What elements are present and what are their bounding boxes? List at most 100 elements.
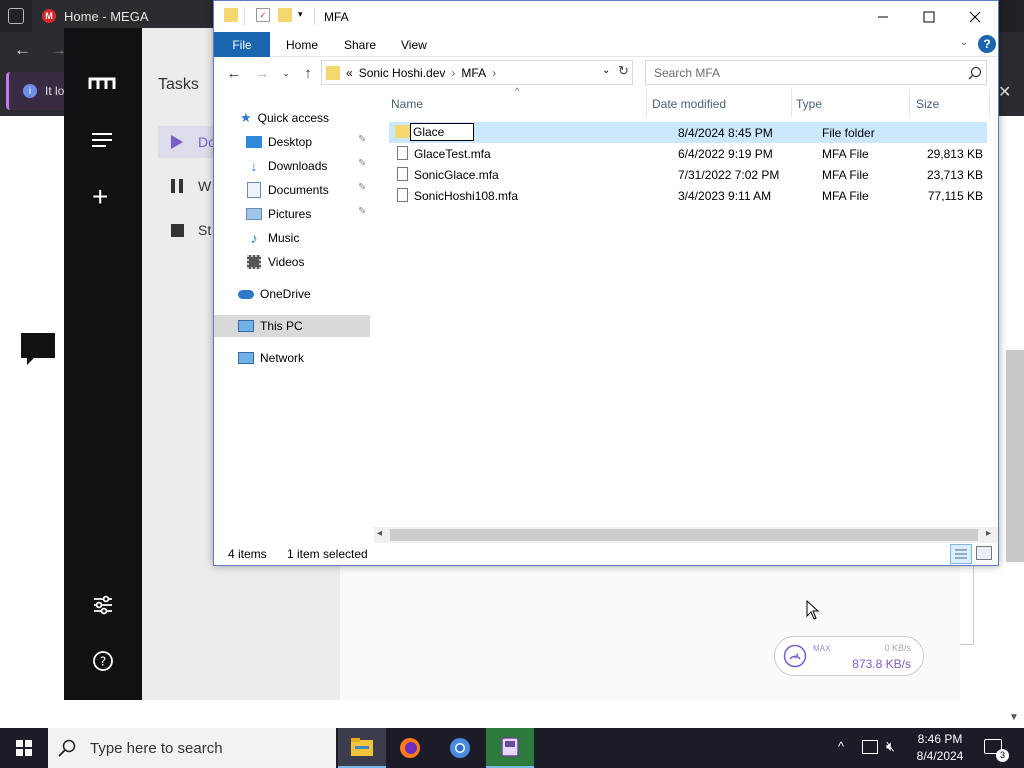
table-row[interactable]: GlaceTest.mfa 6/4/2022 9:19 PM MFA File … (389, 143, 987, 164)
nav-downloads[interactable]: ↓ Downloads ✎ (214, 155, 374, 177)
taskbar-firefox[interactable] (386, 728, 434, 768)
horizontal-scrollbar[interactable]: ◂ ▸ (374, 527, 998, 543)
info-close-icon[interactable]: ✕ (998, 82, 1011, 102)
nav-documents[interactable]: Documents ✎ (214, 179, 374, 201)
back-button[interactable]: ← (222, 61, 246, 85)
scroll-left-icon[interactable]: ◂ (377, 528, 382, 539)
horizontal-scroll-thumb[interactable] (390, 529, 978, 541)
maximize-button[interactable] (906, 1, 952, 32)
back-arrow-icon[interactable]: ← (14, 40, 31, 60)
column-date-modified[interactable]: Date modified (652, 95, 726, 113)
pin-icon[interactable]: ✎ (358, 206, 366, 217)
nav-label: Desktop (268, 135, 313, 149)
address-bar[interactable]: « Sonic Hoshi.dev › MFA › ⌄ ↻ (321, 60, 633, 85)
details-view-icon[interactable] (950, 544, 972, 564)
recent-locations-button[interactable]: ⌄ (274, 61, 298, 85)
taskbar-clock[interactable]: 8:46 PM 8/4/2024 (906, 731, 974, 765)
nav-music[interactable]: ♪ Music (214, 227, 374, 249)
column-divider[interactable] (646, 89, 647, 117)
breadcrumb-separator-icon: › (451, 65, 456, 80)
nav-label: Music (268, 231, 300, 245)
column-size[interactable]: Size (916, 95, 939, 113)
star-icon: ★ (240, 110, 252, 125)
column-divider[interactable] (791, 89, 792, 117)
close-button[interactable] (952, 1, 998, 32)
breadcrumb-sonic-hoshi[interactable]: Sonic Hoshi.dev (359, 66, 446, 80)
add-icon[interactable]: + (92, 183, 108, 211)
nav-videos[interactable]: Videos (214, 251, 374, 273)
pictures-icon (246, 208, 262, 220)
help-circle-icon[interactable]: ? (92, 650, 114, 672)
file-size: 23,713 KB (926, 168, 983, 182)
nav-label: Quick access (257, 111, 330, 125)
table-row[interactable]: 8/4/2024 8:45 PM File folder (389, 122, 987, 143)
minimize-button[interactable] (860, 1, 906, 32)
column-divider[interactable] (989, 89, 990, 117)
search-input[interactable]: Search MFA (645, 60, 987, 85)
help-button[interactable]: ? (978, 35, 996, 53)
minimize-icon (878, 16, 888, 17)
search-icon (968, 66, 982, 80)
file-name: GlaceTest.mfa (414, 147, 491, 161)
properties-icon[interactable]: ✓ (256, 8, 270, 22)
file-date: 8/4/2024 8:45 PM (678, 126, 773, 140)
tab-file[interactable]: File (214, 32, 270, 57)
taskbar-file-explorer[interactable] (338, 728, 386, 768)
transfer-speed-widget[interactable]: MAX 0 KB/s 873.8 KB/s (774, 636, 924, 676)
search-placeholder: Search MFA (654, 65, 721, 80)
column-name[interactable]: Name (391, 95, 423, 113)
menu-icon[interactable] (92, 132, 114, 148)
breadcrumb-mfa[interactable]: MFA (461, 66, 486, 80)
nav-label: Documents (268, 183, 329, 197)
large-icons-view-icon[interactable] (976, 546, 992, 560)
volume-muted-icon[interactable]: 🔇︎ (886, 738, 895, 755)
forward-button[interactable]: → (250, 61, 274, 85)
settings-sliders-icon[interactable] (92, 594, 114, 616)
close-icon (969, 11, 981, 22)
start-button[interactable] (0, 728, 48, 768)
pin-icon[interactable]: ✎ (358, 182, 366, 193)
nav-onedrive[interactable]: OneDrive (214, 283, 374, 305)
refresh-icon[interactable]: ↻ (618, 63, 629, 79)
up-arrow-icon: ↑ (304, 64, 312, 82)
page-scrollbar-thumb[interactable] (1006, 350, 1024, 562)
nav-desktop[interactable]: Desktop ✎ (214, 131, 374, 153)
explorer-title-bar: ✓ ▾ MFA (214, 1, 998, 32)
title-divider (244, 7, 245, 25)
address-overflow[interactable]: « (346, 66, 353, 80)
expand-ribbon-icon[interactable]: ⌄ (960, 37, 968, 48)
nav-quick-access[interactable]: ★ Quick access (214, 107, 374, 129)
taskbar-chromium[interactable] (436, 728, 484, 768)
search-icon (58, 739, 76, 757)
column-divider[interactable] (909, 89, 910, 117)
tab-actions-icon[interactable] (8, 8, 24, 24)
nav-this-pc[interactable]: This PC (214, 315, 370, 337)
pin-icon[interactable]: ✎ (358, 158, 366, 169)
tab-share[interactable]: Share (330, 32, 390, 57)
table-row[interactable]: SonicGlace.mfa 7/31/2022 7:02 PM MFA Fil… (389, 164, 987, 185)
nav-label: OneDrive (260, 287, 311, 301)
info-banner: i It lo (6, 72, 66, 110)
browser-tab-title: Home - MEGA (64, 8, 149, 24)
tab-view[interactable]: View (387, 32, 441, 57)
new-folder-icon[interactable] (278, 8, 292, 22)
nav-pictures[interactable]: Pictures ✎ (214, 203, 374, 225)
column-type[interactable]: Type (796, 95, 822, 113)
scroll-down-arrow-icon[interactable]: ▼ (1009, 712, 1019, 723)
table-row[interactable]: SonicHoshi108.mfa 3/4/2023 9:11 AM MFA F… (389, 185, 987, 206)
network-status-icon[interactable] (862, 740, 878, 754)
taskbar-search[interactable]: Type here to search (48, 728, 336, 768)
nav-network[interactable]: Network (214, 347, 374, 369)
tab-home[interactable]: Home (272, 32, 332, 57)
customize-toolbar-icon[interactable]: ▾ (298, 9, 303, 20)
taskbar-app-active[interactable] (486, 728, 534, 768)
up-button[interactable]: ↑ (296, 61, 320, 85)
rename-input[interactable] (410, 123, 474, 141)
file-size: 77,115 KB (927, 189, 983, 203)
address-dropdown-icon[interactable]: ⌄ (602, 65, 610, 76)
show-hidden-icons-icon[interactable]: ^ (838, 739, 844, 754)
file-type: File folder (822, 126, 875, 140)
chat-bubble-icon[interactable] (20, 332, 56, 366)
scroll-right-icon[interactable]: ▸ (986, 528, 991, 539)
pin-icon[interactable]: ✎ (358, 134, 366, 145)
